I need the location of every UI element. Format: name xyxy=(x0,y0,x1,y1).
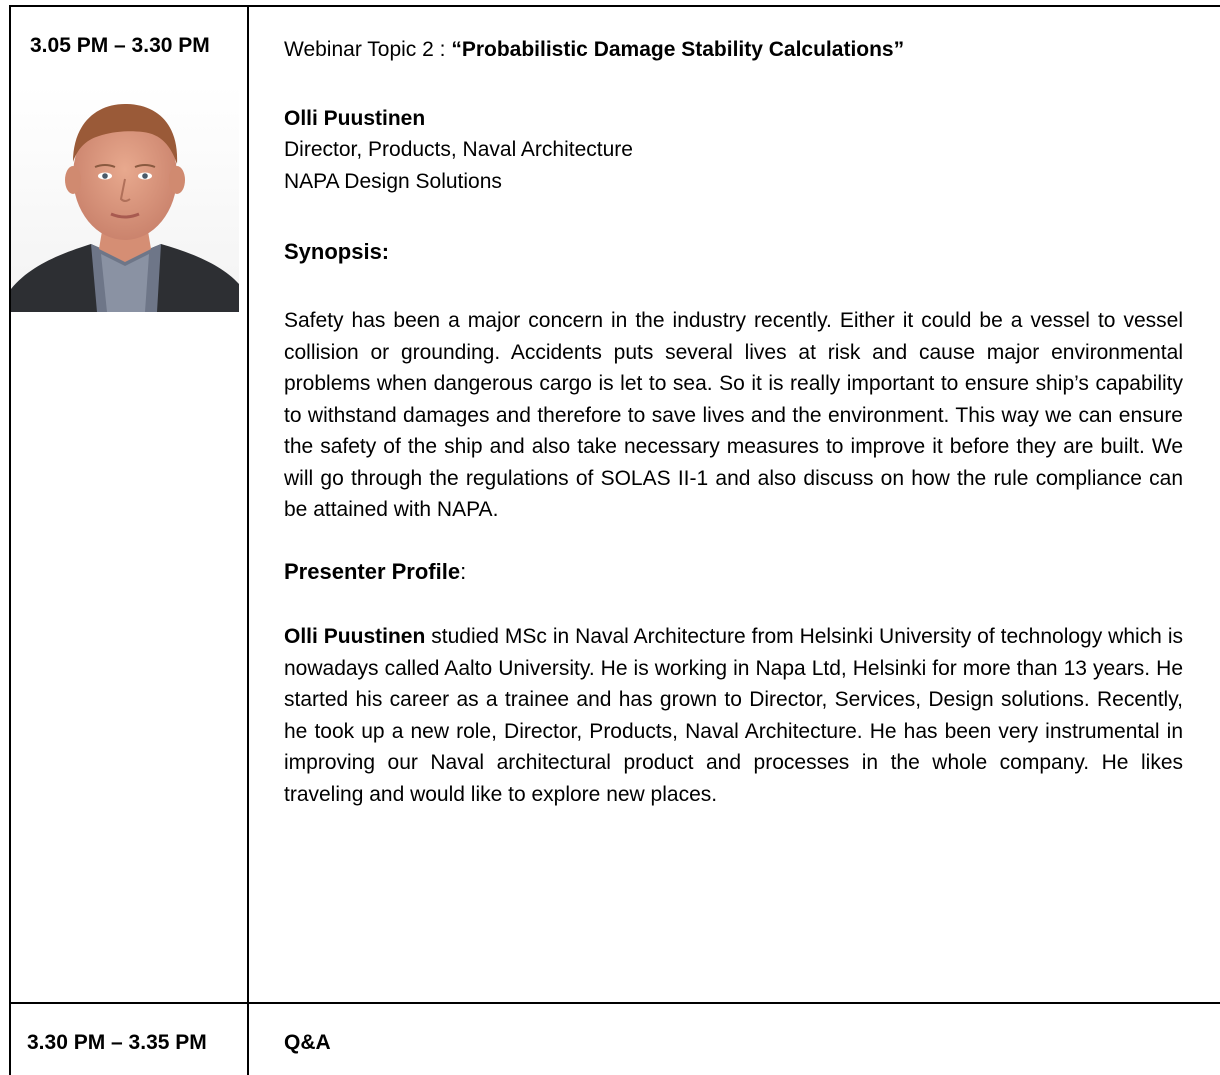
presenter-organization: NAPA Design Solutions xyxy=(284,170,502,193)
topic-title: “Probabilistic Damage Stability Calculat… xyxy=(451,38,905,61)
presenter-profile-text: Olli Puustinen studied MSc in Naval Arch… xyxy=(284,621,1183,810)
synopsis-heading: Synopsis: xyxy=(284,239,390,264)
presenter-profile-heading: Presenter Profile: xyxy=(284,559,466,585)
profile-body: studied MSc in Naval Architecture from H… xyxy=(284,625,1183,806)
qa-label: Q&A xyxy=(284,1031,331,1054)
agenda-page: 3.05 PM – 3.30 PM Webinar Topic 2: “Pro… xyxy=(0,0,1220,1075)
column-divider xyxy=(247,5,249,1075)
webinar-topic: Webinar Topic 2 : “Probabilistic Damage … xyxy=(284,38,904,62)
presenter-role: Director, Products, Naval Architecture xyxy=(284,138,633,161)
topic-prefix: Webinar Topic 2 : xyxy=(284,38,452,61)
row-divider xyxy=(9,1002,1220,1004)
session-time-2: 3.30 PM – 3.35 PM xyxy=(27,1031,207,1054)
profile-name: Olli Puustinen xyxy=(284,625,426,648)
profile-heading-label: Presenter Profile xyxy=(284,559,461,584)
presenter-photo xyxy=(11,84,239,312)
session-time-1: 3.05 PM – 3.30 PM xyxy=(30,34,210,57)
synopsis-text: Safety has been a major concern in the i… xyxy=(284,309,1183,521)
profile-heading-colon: : xyxy=(460,559,467,584)
table-border-top xyxy=(9,5,1220,7)
presenter-name: Olli Puustinen xyxy=(284,107,426,130)
